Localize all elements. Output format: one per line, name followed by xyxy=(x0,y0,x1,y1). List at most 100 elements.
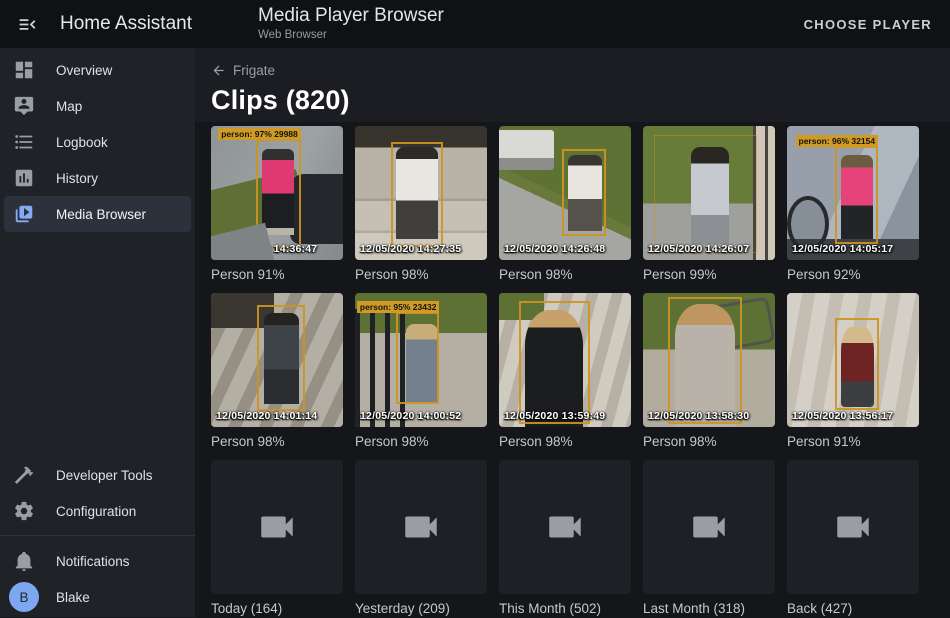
clip-thumbnail[interactable]: 12/05/2020 14:26:48 xyxy=(499,126,631,260)
sidebar-item-label: Notifications xyxy=(56,554,130,569)
folder-tile-today[interactable]: Today (164) xyxy=(211,460,343,618)
clip-timestamp-overlay: 12/05/2020 14:26:07 xyxy=(648,243,749,255)
clip-tile[interactable]: 12/05/2020 13:58:30 Person 98% xyxy=(643,293,775,451)
app-bar: Home Assistant Media Player Browser Web … xyxy=(0,0,950,48)
breadcrumb-back[interactable]: Frigate xyxy=(211,63,275,78)
clip-thumbnail[interactable]: person: 97% 29988 12/05/2020 14:36:47 xyxy=(211,126,343,260)
clip-label: Person 98% xyxy=(355,267,487,284)
sidebar-item-developer-tools[interactable]: Developer Tools xyxy=(4,457,191,493)
clip-label: Person 98% xyxy=(211,434,343,451)
clip-timestamp-overlay: 12/05/2020 14:00:52 xyxy=(360,410,461,422)
clip-label: Person 98% xyxy=(499,434,631,451)
video-camera-icon xyxy=(832,506,874,548)
choose-player-button[interactable]: CHOOSE PLAYER xyxy=(788,9,948,40)
detection-bounding-box xyxy=(668,297,742,424)
folder-thumbnail[interactable] xyxy=(211,460,343,594)
media-grid: person: 97% 29988 12/05/2020 14:36:47 Pe… xyxy=(211,126,934,618)
video-camera-icon xyxy=(544,506,586,548)
bell-icon xyxy=(13,550,35,572)
sidebar-item-notifications[interactable]: Notifications xyxy=(4,543,191,579)
user-avatar: B xyxy=(9,582,39,612)
detection-bounding-box: person: 95% 23432 xyxy=(396,312,440,404)
sidebar-item-logbook[interactable]: Logbook xyxy=(4,124,191,160)
clip-thumbnail[interactable]: person: 95% 23432 12/05/2020 14:00:52 xyxy=(355,293,487,427)
sidebar-item-label: Map xyxy=(56,99,82,114)
sidebar-item-label: Logbook xyxy=(56,135,108,150)
clip-thumbnail[interactable]: 12/05/2020 14:26:07 xyxy=(643,126,775,260)
video-camera-icon xyxy=(400,506,442,548)
clip-label: Person 91% xyxy=(211,267,343,284)
folder-tile-back[interactable]: Back (427) xyxy=(787,460,919,618)
detection-bounding-box xyxy=(562,149,606,236)
chart-box-icon xyxy=(13,167,35,189)
clip-timestamp-overlay: 12/05/2020 14:01:14 xyxy=(216,410,317,422)
sidebar-item-overview[interactable]: Overview xyxy=(4,52,191,88)
arrow-left-icon xyxy=(211,63,226,78)
clip-thumbnail[interactable]: person: 96% 32154 12/05/2020 14:05:17 xyxy=(787,126,919,260)
clip-tile[interactable]: 12/05/2020 13:56:17 Person 91% xyxy=(787,293,919,451)
page-subtitle: Web Browser xyxy=(258,29,444,42)
clip-thumbnail[interactable]: 12/05/2020 13:56:17 xyxy=(787,293,919,427)
sidebar-item-label: Overview xyxy=(56,63,112,78)
sidebar-bottom: Developer Tools Configuration Notificati… xyxy=(0,457,195,615)
sidebar-item-profile[interactable]: B Blake xyxy=(4,579,191,615)
clip-thumbnail[interactable]: 12/05/2020 14:27:35 xyxy=(355,126,487,260)
detection-bounding-box xyxy=(835,318,880,409)
breadcrumb-label: Frigate xyxy=(233,63,275,78)
clip-tile[interactable]: 12/05/2020 14:27:35 Person 98% xyxy=(355,126,487,284)
clip-tile[interactable]: person: 95% 23432 12/05/2020 14:00:52 Pe… xyxy=(355,293,487,451)
tooltip-account-icon xyxy=(13,95,35,117)
content-header: Frigate Clips (820) xyxy=(195,48,950,122)
page-heading: Clips (820) xyxy=(211,85,934,116)
clip-label: Person 98% xyxy=(499,267,631,284)
page-title: Media Player Browser xyxy=(258,5,444,27)
media-browser-content: Frigate Clips (820) person: 97% 29988 xyxy=(195,48,950,617)
clip-timestamp-overlay: 12/05/2020 13:56:17 xyxy=(792,410,893,422)
clip-tile[interactable]: 12/05/2020 14:26:48 Person 98% xyxy=(499,126,631,284)
clip-label: Person 98% xyxy=(643,434,775,451)
sidebar-item-media-browser[interactable]: Media Browser xyxy=(4,196,191,232)
view-dashboard-icon xyxy=(13,59,35,81)
menu-open-icon xyxy=(17,14,38,35)
clip-timestamp-overlay: 12/05/2020 14:05:17 xyxy=(792,243,893,255)
play-box-multiple-icon xyxy=(13,203,35,225)
folder-thumbnail[interactable] xyxy=(355,460,487,594)
clip-thumbnail[interactable]: 12/05/2020 13:59:49 xyxy=(499,293,631,427)
home-assistant-app: Home Assistant Media Player Browser Web … xyxy=(0,0,950,617)
format-list-bulleted-icon xyxy=(13,131,35,153)
user-name: Blake xyxy=(56,590,90,605)
clip-timestamp-overlay: 12/05/2020 14:27:35 xyxy=(360,243,461,255)
clip-tile[interactable]: 12/05/2020 13:59:49 Person 98% xyxy=(499,293,631,451)
folder-tile-yesterday[interactable]: Yesterday (209) xyxy=(355,460,487,618)
app-body: Overview Map Logbook History Media Brows… xyxy=(0,48,950,617)
truck-shape xyxy=(499,130,554,170)
folder-thumbnail[interactable] xyxy=(499,460,631,594)
folder-label: Yesterday (209) xyxy=(355,601,487,618)
clip-timestamp-overlay: 12/05/2020 14:36:47 xyxy=(216,243,317,255)
folder-label: Last Month (318) xyxy=(643,601,775,618)
detection-bounding-box: person: 97% 29988 xyxy=(256,139,301,249)
clip-tile[interactable]: 12/05/2020 14:26:07 Person 99% xyxy=(643,126,775,284)
sidebar-toggle-button[interactable] xyxy=(17,14,38,35)
clip-thumbnail[interactable]: 12/05/2020 14:01:14 xyxy=(211,293,343,427)
folder-thumbnail[interactable] xyxy=(643,460,775,594)
sidebar: Overview Map Logbook History Media Brows… xyxy=(0,48,195,617)
cog-icon xyxy=(13,500,35,522)
folder-label: This Month (502) xyxy=(499,601,631,618)
folder-tile-last-month[interactable]: Last Month (318) xyxy=(643,460,775,618)
clip-tile[interactable]: 12/05/2020 14:01:14 Person 98% xyxy=(211,293,343,451)
detection-bounding-box xyxy=(654,135,757,253)
detection-label: person: 96% 32154 xyxy=(796,135,879,147)
clip-tile[interactable]: person: 97% 29988 12/05/2020 14:36:47 Pe… xyxy=(211,126,343,284)
sidebar-nav-list: Overview Map Logbook History Media Brows… xyxy=(0,48,195,232)
sidebar-item-configuration[interactable]: Configuration xyxy=(4,493,191,529)
clip-timestamp-overlay: 12/05/2020 13:58:30 xyxy=(648,410,749,422)
folder-tile-this-month[interactable]: This Month (502) xyxy=(499,460,631,618)
sidebar-item-map[interactable]: Map xyxy=(4,88,191,124)
clip-tile[interactable]: person: 96% 32154 12/05/2020 14:05:17 Pe… xyxy=(787,126,919,284)
detection-label: person: 97% 29988 xyxy=(218,128,301,140)
clip-thumbnail[interactable]: 12/05/2020 13:58:30 xyxy=(643,293,775,427)
folder-label: Today (164) xyxy=(211,601,343,618)
folder-thumbnail[interactable] xyxy=(787,460,919,594)
sidebar-item-history[interactable]: History xyxy=(4,160,191,196)
